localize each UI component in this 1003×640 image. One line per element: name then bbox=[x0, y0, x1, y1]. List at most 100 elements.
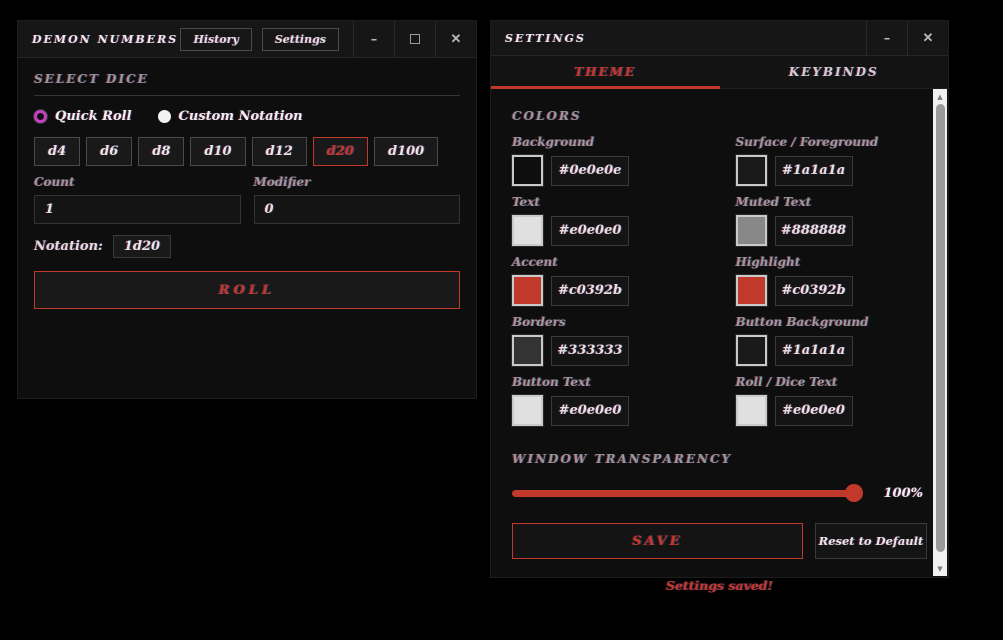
dice-roller-window: DEMON NUMBERS History Settings – ✕ SELEC… bbox=[17, 20, 477, 399]
color-field-label: Highlight bbox=[735, 255, 801, 269]
titlebar-spacer bbox=[586, 21, 866, 55]
transparency-slider-row: 100% bbox=[512, 484, 927, 502]
settings-titlebar: SETTINGS – ✕ bbox=[491, 21, 948, 56]
color-swatch[interactable] bbox=[511, 394, 544, 427]
scroll-up-icon[interactable]: ▲ bbox=[933, 90, 947, 103]
settings-window: SETTINGS – ✕ THEME KEYBINDS COLORS Backg… bbox=[490, 20, 949, 593]
color-field-label: Surface / Foreground bbox=[735, 135, 879, 149]
settings-tabs: THEME KEYBINDS bbox=[491, 56, 948, 89]
color-field-label: Roll / Dice Text bbox=[735, 375, 838, 389]
color-field-label: Text bbox=[512, 195, 540, 209]
color-field-button-background: Button Background #1a1a1a bbox=[734, 315, 928, 375]
minimize-icon: – bbox=[883, 30, 891, 46]
settings-button[interactable]: Settings bbox=[261, 27, 339, 51]
color-field-borders: Borders #333333 bbox=[511, 315, 704, 375]
slider-track bbox=[512, 490, 855, 497]
minimize-button[interactable]: – bbox=[866, 21, 907, 55]
count-input[interactable]: 1 bbox=[34, 195, 241, 224]
die-button-d4[interactable]: d4 bbox=[34, 137, 81, 166]
notation-value: 1d20 bbox=[112, 235, 172, 258]
dice-body: SELECT DICE Quick Roll Custom Notation d… bbox=[18, 58, 476, 309]
quick-roll-option[interactable]: Quick Roll bbox=[34, 109, 132, 124]
color-field-label: Background bbox=[512, 135, 595, 149]
color-field-text: Text #e0e0e0 bbox=[511, 195, 704, 255]
maximize-button[interactable] bbox=[394, 21, 435, 57]
theme-tab-content: COLORS Background #0e0e0e Surface / Fore… bbox=[491, 109, 948, 597]
die-button-d10[interactable]: d10 bbox=[190, 137, 246, 166]
scroll-down-icon[interactable]: ▼ bbox=[933, 562, 947, 575]
history-button[interactable]: History bbox=[180, 27, 252, 51]
color-field-button-text: Button Text #e0e0e0 bbox=[511, 375, 704, 435]
transparency-value: 100% bbox=[883, 485, 924, 501]
die-button-d8[interactable]: d8 bbox=[138, 137, 185, 166]
color-field-muted-text: Muted Text #888888 bbox=[734, 195, 928, 255]
slider-thumb[interactable] bbox=[844, 484, 863, 502]
hex-input[interactable]: #e0e0e0 bbox=[551, 395, 629, 426]
color-swatch[interactable] bbox=[734, 274, 768, 307]
color-fields-grid: Background #0e0e0e Surface / Foreground … bbox=[511, 135, 928, 435]
transparency-slider[interactable] bbox=[512, 484, 863, 502]
color-swatch[interactable] bbox=[511, 334, 544, 367]
color-field-background: Background #0e0e0e bbox=[511, 135, 704, 195]
hex-input[interactable]: #c0392b bbox=[551, 275, 629, 306]
hex-input[interactable]: #e0e0e0 bbox=[551, 215, 629, 246]
hex-input[interactable]: #888888 bbox=[774, 215, 853, 246]
color-field-label: Muted Text bbox=[735, 195, 812, 209]
quick-roll-radio[interactable] bbox=[34, 110, 47, 123]
die-button-d12[interactable]: d12 bbox=[251, 137, 307, 166]
color-swatch[interactable] bbox=[734, 334, 768, 367]
die-button-d100[interactable]: d100 bbox=[373, 137, 439, 166]
close-icon: ✕ bbox=[450, 31, 462, 47]
scrollbar[interactable]: ▲ ▼ bbox=[933, 89, 947, 576]
close-icon: ✕ bbox=[922, 30, 934, 46]
count-label: Count bbox=[34, 175, 75, 189]
color-swatch[interactable] bbox=[511, 154, 544, 187]
hex-input[interactable]: #1a1a1a bbox=[774, 335, 853, 366]
color-swatch[interactable] bbox=[734, 154, 768, 187]
close-button[interactable]: ✕ bbox=[435, 21, 476, 57]
die-button-d20[interactable]: d20 bbox=[312, 137, 368, 166]
color-field-label: Borders bbox=[512, 315, 566, 329]
settings-saved-message: Settings saved! bbox=[665, 578, 774, 593]
dice-buttons: d4 d6 d8 d10 d12 d20 d100 bbox=[34, 137, 460, 166]
notation-row: Notation: 1d20 bbox=[34, 235, 460, 258]
die-button-d6[interactable]: d6 bbox=[86, 137, 133, 166]
hex-input[interactable]: #0e0e0e bbox=[551, 155, 629, 186]
transparency-heading: WINDOW TRANSPARENCY bbox=[512, 452, 733, 466]
window-title: SETTINGS bbox=[505, 31, 586, 45]
select-dice-heading: SELECT DICE bbox=[34, 72, 460, 96]
roll-mode-options: Quick Roll Custom Notation bbox=[34, 109, 460, 124]
modifier-input[interactable]: 0 bbox=[253, 195, 460, 224]
hex-input[interactable]: #1a1a1a bbox=[774, 155, 853, 186]
color-swatch[interactable] bbox=[511, 274, 544, 307]
quick-roll-label: Quick Roll bbox=[55, 109, 132, 124]
color-field-label: Button Text bbox=[512, 375, 591, 389]
reset-to-default-button[interactable]: Reset to Default bbox=[815, 523, 927, 559]
window-title: DEMON NUMBERS bbox=[32, 32, 179, 46]
hex-input[interactable]: #e0e0e0 bbox=[774, 395, 853, 426]
color-field-accent: Accent #c0392b bbox=[511, 255, 704, 315]
color-swatch[interactable] bbox=[734, 394, 768, 427]
minimize-button[interactable]: – bbox=[353, 21, 394, 57]
custom-notation-option[interactable]: Custom Notation bbox=[157, 109, 303, 124]
color-field-roll-dice-text: Roll / Dice Text #e0e0e0 bbox=[734, 375, 928, 435]
custom-notation-radio[interactable] bbox=[157, 110, 171, 123]
roll-button[interactable]: ROLL bbox=[34, 271, 460, 309]
color-field-surface: Surface / Foreground #1a1a1a bbox=[734, 135, 928, 195]
color-field-label: Button Background bbox=[735, 315, 869, 329]
minimize-icon: – bbox=[370, 31, 378, 47]
tab-keybinds[interactable]: KEYBINDS bbox=[720, 56, 949, 88]
maximize-icon bbox=[410, 34, 420, 44]
hex-input[interactable]: #c0392b bbox=[774, 275, 853, 306]
color-swatch[interactable] bbox=[511, 214, 544, 247]
color-swatch[interactable] bbox=[734, 214, 768, 247]
save-button[interactable]: SAVE bbox=[512, 523, 803, 559]
colors-heading: COLORS bbox=[512, 109, 582, 123]
custom-notation-label: Custom Notation bbox=[178, 109, 303, 124]
color-field-highlight: Highlight #c0392b bbox=[734, 255, 928, 315]
tab-theme[interactable]: THEME bbox=[491, 56, 720, 89]
scrollbar-thumb[interactable] bbox=[936, 104, 945, 552]
hex-input[interactable]: #333333 bbox=[551, 335, 629, 366]
close-button[interactable]: ✕ bbox=[907, 21, 948, 55]
count-modifier-grid: Count 1 Modifier 0 bbox=[34, 175, 460, 224]
